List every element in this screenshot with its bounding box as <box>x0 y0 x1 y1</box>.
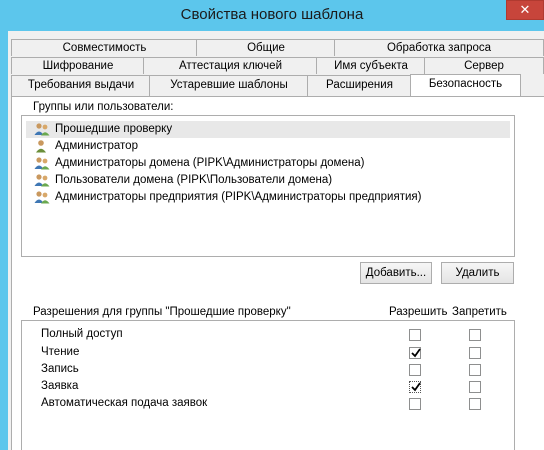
allow-checkbox[interactable] <box>409 347 421 359</box>
user-icon <box>34 140 50 153</box>
checkmark-icon <box>411 348 421 358</box>
window-title: Свойства нового шаблона <box>180 6 364 23</box>
tab-subject-name[interactable]: Имя субъекта <box>316 57 426 74</box>
permission-row: Заявка <box>22 379 514 396</box>
permission-row: Запись <box>22 362 514 379</box>
tab-encryption[interactable]: Шифрование <box>11 57 145 74</box>
user-group-icon <box>34 191 50 204</box>
tab-compatibility[interactable]: Совместимость <box>11 39 198 56</box>
list-item-label: Администраторы предприятия (PIPK\Админис… <box>55 191 422 203</box>
list-item[interactable]: Прошедшие проверку <box>26 121 510 138</box>
list-item-label: Прошедшие проверку <box>55 123 173 135</box>
tab-server[interactable]: Сервер <box>424 57 544 74</box>
tab-general[interactable]: Общие <box>196 39 336 56</box>
allow-checkbox[interactable] <box>409 381 421 393</box>
groups-label: Группы или пользователи: <box>33 101 174 113</box>
permissions-list: Полный доступ Чтение Запись Заявка Автом… <box>21 320 515 450</box>
deny-checkbox[interactable] <box>469 347 481 359</box>
permissions-label: Разрешения для группы "Прошедшие проверк… <box>33 306 291 318</box>
list-item-label: Пользователи домена (PIPK\Пользователи д… <box>55 174 333 186</box>
deny-checkbox[interactable] <box>469 329 481 341</box>
permission-name: Полный доступ <box>41 328 123 340</box>
deny-checkbox[interactable] <box>469 398 481 410</box>
permission-name: Чтение <box>41 346 80 358</box>
permission-row: Полный доступ <box>22 327 514 344</box>
deny-checkbox[interactable] <box>469 381 481 393</box>
user-group-icon <box>34 123 50 136</box>
list-item[interactable]: Пользователи домена (PIPK\Пользователи д… <box>26 172 510 189</box>
add-button[interactable]: Добавить... <box>360 262 432 284</box>
list-item-label: Администраторы домена (PIPK\Администрато… <box>55 157 365 169</box>
tab-superseded-templates[interactable]: Устаревшие шаблоны <box>149 75 309 96</box>
tab-issuance-requirements[interactable]: Требования выдачи <box>11 75 151 96</box>
tab-extensions[interactable]: Расширения <box>307 75 412 96</box>
tab-request-handling[interactable]: Обработка запроса <box>334 39 544 56</box>
deny-column-header: Запретить <box>452 306 507 318</box>
tab-security[interactable]: Безопасность <box>410 74 521 96</box>
permission-row: Автоматическая подача заявок <box>22 396 514 413</box>
allow-checkbox[interactable] <box>409 364 421 376</box>
list-item[interactable]: Администраторы предприятия (PIPK\Админис… <box>26 189 510 206</box>
user-group-icon <box>34 174 50 187</box>
permission-name: Автоматическая подача заявок <box>41 397 208 409</box>
permission-name: Запись <box>41 363 79 375</box>
allow-column-header: Разрешить <box>389 306 448 318</box>
groups-listbox[interactable]: Прошедшие проверку Администратор Админис… <box>21 115 515 257</box>
deny-checkbox[interactable] <box>469 364 481 376</box>
list-item-label: Администратор <box>55 140 138 152</box>
list-item[interactable]: Администраторы домена (PIPK\Администрато… <box>26 155 510 172</box>
tab-key-attestation[interactable]: Аттестация ключей <box>143 57 318 74</box>
allow-checkbox[interactable] <box>409 398 421 410</box>
close-button[interactable]: ✕ <box>506 0 544 20</box>
user-group-icon <box>34 157 50 170</box>
list-item[interactable]: Администратор <box>26 138 510 155</box>
permission-name: Заявка <box>41 380 79 392</box>
checkmark-icon <box>411 382 421 392</box>
permission-row: Чтение <box>22 345 514 362</box>
allow-checkbox[interactable] <box>409 329 421 341</box>
remove-button[interactable]: Удалить <box>441 262 514 284</box>
title-bar[interactable]: Свойства нового шаблона ✕ <box>0 0 544 31</box>
